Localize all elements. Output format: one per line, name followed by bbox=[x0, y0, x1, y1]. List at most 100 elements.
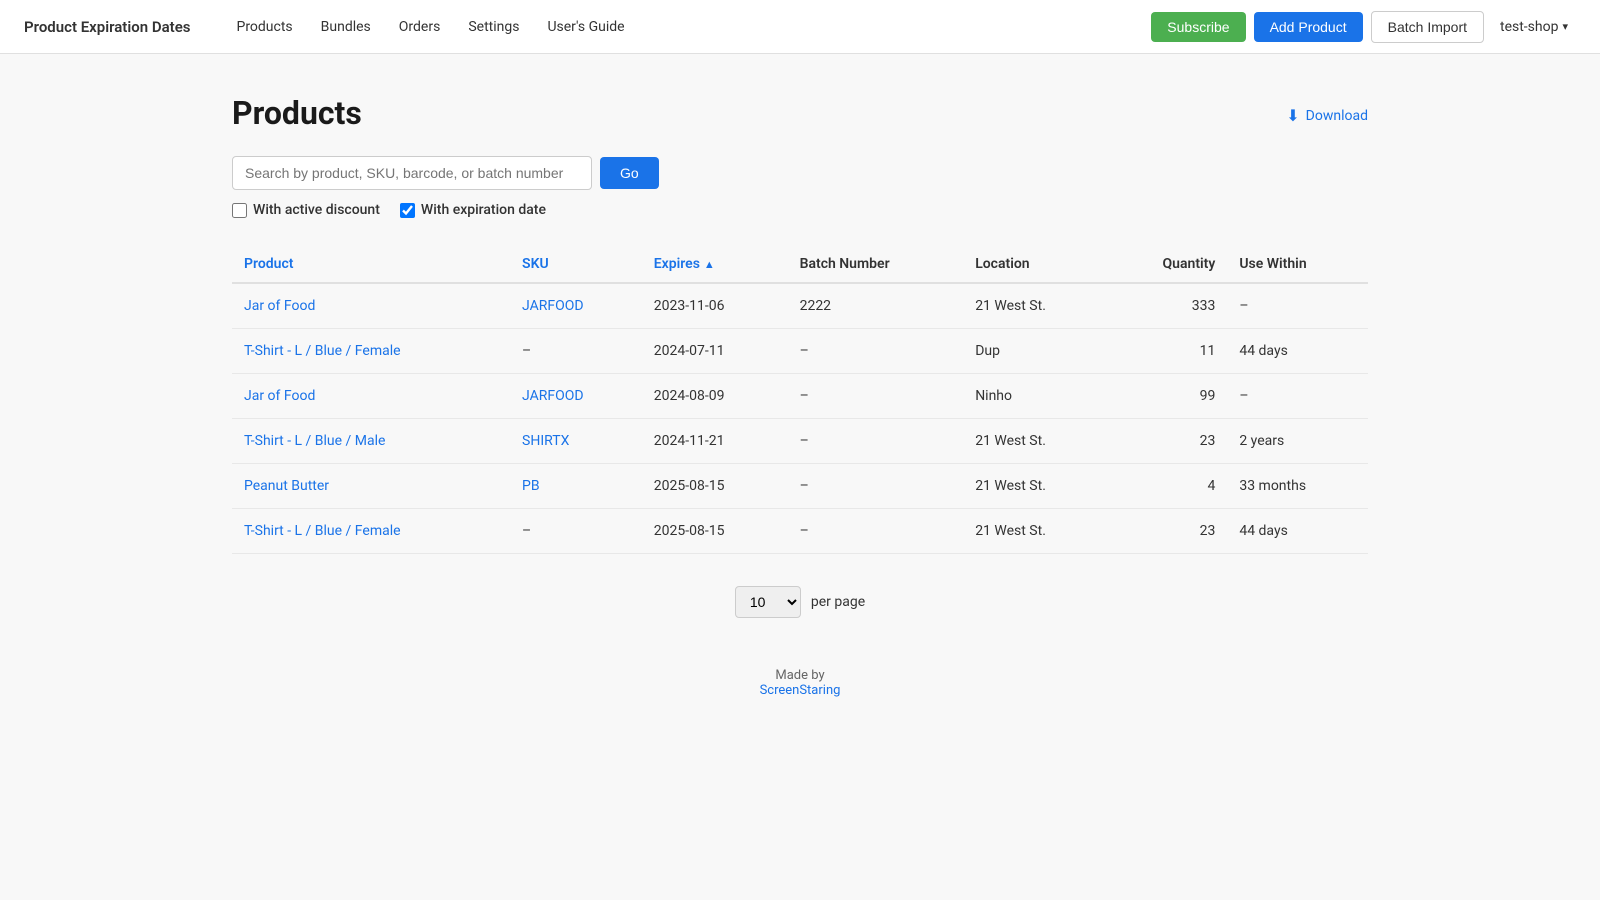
filter-active-discount-checkbox[interactable] bbox=[232, 203, 247, 218]
sku-link[interactable]: JARFOOD bbox=[522, 388, 584, 404]
cell-use-within: 33 months bbox=[1227, 464, 1368, 509]
go-button[interactable]: Go bbox=[600, 157, 659, 189]
nav-links: Products Bundles Orders Settings User's … bbox=[222, 0, 1151, 54]
cell-product: T-Shirt - L / Blue / Male bbox=[232, 419, 510, 464]
cell-batch-number: – bbox=[788, 464, 964, 509]
main-content: Products ⬇ Download Go With active disco… bbox=[200, 54, 1400, 758]
cell-expires: 2024-08-09 bbox=[642, 374, 788, 419]
product-link[interactable]: Jar of Food bbox=[244, 388, 315, 404]
product-link[interactable]: Jar of Food bbox=[244, 298, 315, 314]
table-row: T-Shirt - L / Blue / Female – 2024-07-11… bbox=[232, 329, 1368, 374]
cell-product: Jar of Food bbox=[232, 283, 510, 329]
cell-use-within: – bbox=[1227, 283, 1368, 329]
cell-product: Jar of Food bbox=[232, 374, 510, 419]
cell-product: T-Shirt - L / Blue / Female bbox=[232, 329, 510, 374]
page-title: Products bbox=[232, 94, 362, 132]
nav-actions: Subscribe Add Product Batch Import test-… bbox=[1151, 11, 1576, 43]
download-link[interactable]: ⬇ Download bbox=[1286, 106, 1368, 125]
made-by-label: Made by bbox=[775, 668, 824, 683]
cell-sku: JARFOOD bbox=[510, 283, 642, 329]
col-header-quantity: Quantity bbox=[1109, 246, 1227, 283]
cell-batch-number: – bbox=[788, 419, 964, 464]
per-page-label: per page bbox=[811, 594, 865, 610]
col-header-sku[interactable]: SKU bbox=[510, 246, 642, 283]
filter-expiration-date-label: With expiration date bbox=[421, 202, 546, 218]
company-link[interactable]: ScreenStaring bbox=[760, 683, 841, 698]
cell-expires: 2024-07-11 bbox=[642, 329, 788, 374]
col-header-use-within: Use Within bbox=[1227, 246, 1368, 283]
top-navigation: Product Expiration Dates Products Bundle… bbox=[0, 0, 1600, 54]
cell-sku: – bbox=[510, 329, 642, 374]
cell-location: Dup bbox=[963, 329, 1109, 374]
sku-link[interactable]: PB bbox=[522, 478, 540, 494]
col-header-location: Location bbox=[963, 246, 1109, 283]
cell-quantity: 99 bbox=[1109, 374, 1227, 419]
download-label: Download bbox=[1306, 108, 1368, 124]
filter-expiration-date-checkbox[interactable] bbox=[400, 203, 415, 218]
nav-products[interactable]: Products bbox=[222, 0, 306, 54]
cell-quantity: 333 bbox=[1109, 283, 1227, 329]
pagination-row: 102550100 per page bbox=[232, 586, 1368, 618]
cell-batch-number: – bbox=[788, 509, 964, 554]
cell-quantity: 11 bbox=[1109, 329, 1227, 374]
table-row: Jar of Food JARFOOD 2023-11-06 2222 21 W… bbox=[232, 283, 1368, 329]
product-link[interactable]: T-Shirt - L / Blue / Male bbox=[244, 433, 385, 449]
per-page-select[interactable]: 102550100 bbox=[735, 586, 801, 618]
subscribe-button[interactable]: Subscribe bbox=[1151, 12, 1245, 42]
table-row: T-Shirt - L / Blue / Male SHIRTX 2024-11… bbox=[232, 419, 1368, 464]
sort-arrow-icon: ▲ bbox=[704, 258, 715, 271]
search-input[interactable] bbox=[232, 156, 592, 190]
cell-use-within: 2 years bbox=[1227, 419, 1368, 464]
batch-import-button[interactable]: Batch Import bbox=[1371, 11, 1484, 43]
cell-sku: PB bbox=[510, 464, 642, 509]
table-header: Product SKU Expires ▲ Batch Number Locat… bbox=[232, 246, 1368, 283]
cell-location: Ninho bbox=[963, 374, 1109, 419]
filter-expiration-date[interactable]: With expiration date bbox=[400, 202, 546, 218]
cell-product: Peanut Butter bbox=[232, 464, 510, 509]
cell-product: T-Shirt - L / Blue / Female bbox=[232, 509, 510, 554]
cell-use-within: 44 days bbox=[1227, 509, 1368, 554]
product-link[interactable]: T-Shirt - L / Blue / Female bbox=[244, 343, 401, 359]
cell-location: 21 West St. bbox=[963, 419, 1109, 464]
shop-dropdown[interactable]: test-shop bbox=[1492, 19, 1576, 35]
cell-expires: 2025-08-15 bbox=[642, 509, 788, 554]
cell-quantity: 23 bbox=[1109, 419, 1227, 464]
cell-location: 21 West St. bbox=[963, 509, 1109, 554]
nav-settings[interactable]: Settings bbox=[454, 0, 533, 54]
cell-expires: 2023-11-06 bbox=[642, 283, 788, 329]
col-header-product[interactable]: Product bbox=[232, 246, 510, 283]
cell-expires: 2025-08-15 bbox=[642, 464, 788, 509]
nav-users-guide[interactable]: User's Guide bbox=[533, 0, 638, 54]
table-row: Peanut Butter PB 2025-08-15 – 21 West St… bbox=[232, 464, 1368, 509]
cell-batch-number: 2222 bbox=[788, 283, 964, 329]
footer: Made by ScreenStaring bbox=[232, 668, 1368, 698]
table-body: Jar of Food JARFOOD 2023-11-06 2222 21 W… bbox=[232, 283, 1368, 554]
sku-link[interactable]: JARFOOD bbox=[522, 298, 584, 314]
col-header-expires[interactable]: Expires ▲ bbox=[642, 246, 788, 283]
sku-link[interactable]: SHIRTX bbox=[522, 433, 569, 449]
product-link[interactable]: T-Shirt - L / Blue / Female bbox=[244, 523, 401, 539]
nav-bundles[interactable]: Bundles bbox=[307, 0, 385, 54]
cell-sku: SHIRTX bbox=[510, 419, 642, 464]
nav-orders[interactable]: Orders bbox=[385, 0, 455, 54]
add-product-button[interactable]: Add Product bbox=[1254, 12, 1363, 42]
filters-row: With active discount With expiration dat… bbox=[232, 202, 1368, 218]
cell-location: 21 West St. bbox=[963, 464, 1109, 509]
cell-quantity: 4 bbox=[1109, 464, 1227, 509]
cell-sku: JARFOOD bbox=[510, 374, 642, 419]
app-brand: Product Expiration Dates bbox=[24, 18, 190, 36]
cell-use-within: – bbox=[1227, 374, 1368, 419]
cell-expires: 2024-11-21 bbox=[642, 419, 788, 464]
product-link[interactable]: Peanut Butter bbox=[244, 478, 329, 494]
cell-use-within: 44 days bbox=[1227, 329, 1368, 374]
table-row: T-Shirt - L / Blue / Female – 2025-08-15… bbox=[232, 509, 1368, 554]
cell-batch-number: – bbox=[788, 374, 964, 419]
filter-active-discount-label: With active discount bbox=[253, 202, 380, 218]
page-header: Products ⬇ Download bbox=[232, 94, 1368, 132]
search-row: Go bbox=[232, 156, 1368, 190]
cell-quantity: 23 bbox=[1109, 509, 1227, 554]
cell-sku: – bbox=[510, 509, 642, 554]
products-table: Product SKU Expires ▲ Batch Number Locat… bbox=[232, 246, 1368, 554]
filter-active-discount[interactable]: With active discount bbox=[232, 202, 380, 218]
cell-batch-number: – bbox=[788, 329, 964, 374]
